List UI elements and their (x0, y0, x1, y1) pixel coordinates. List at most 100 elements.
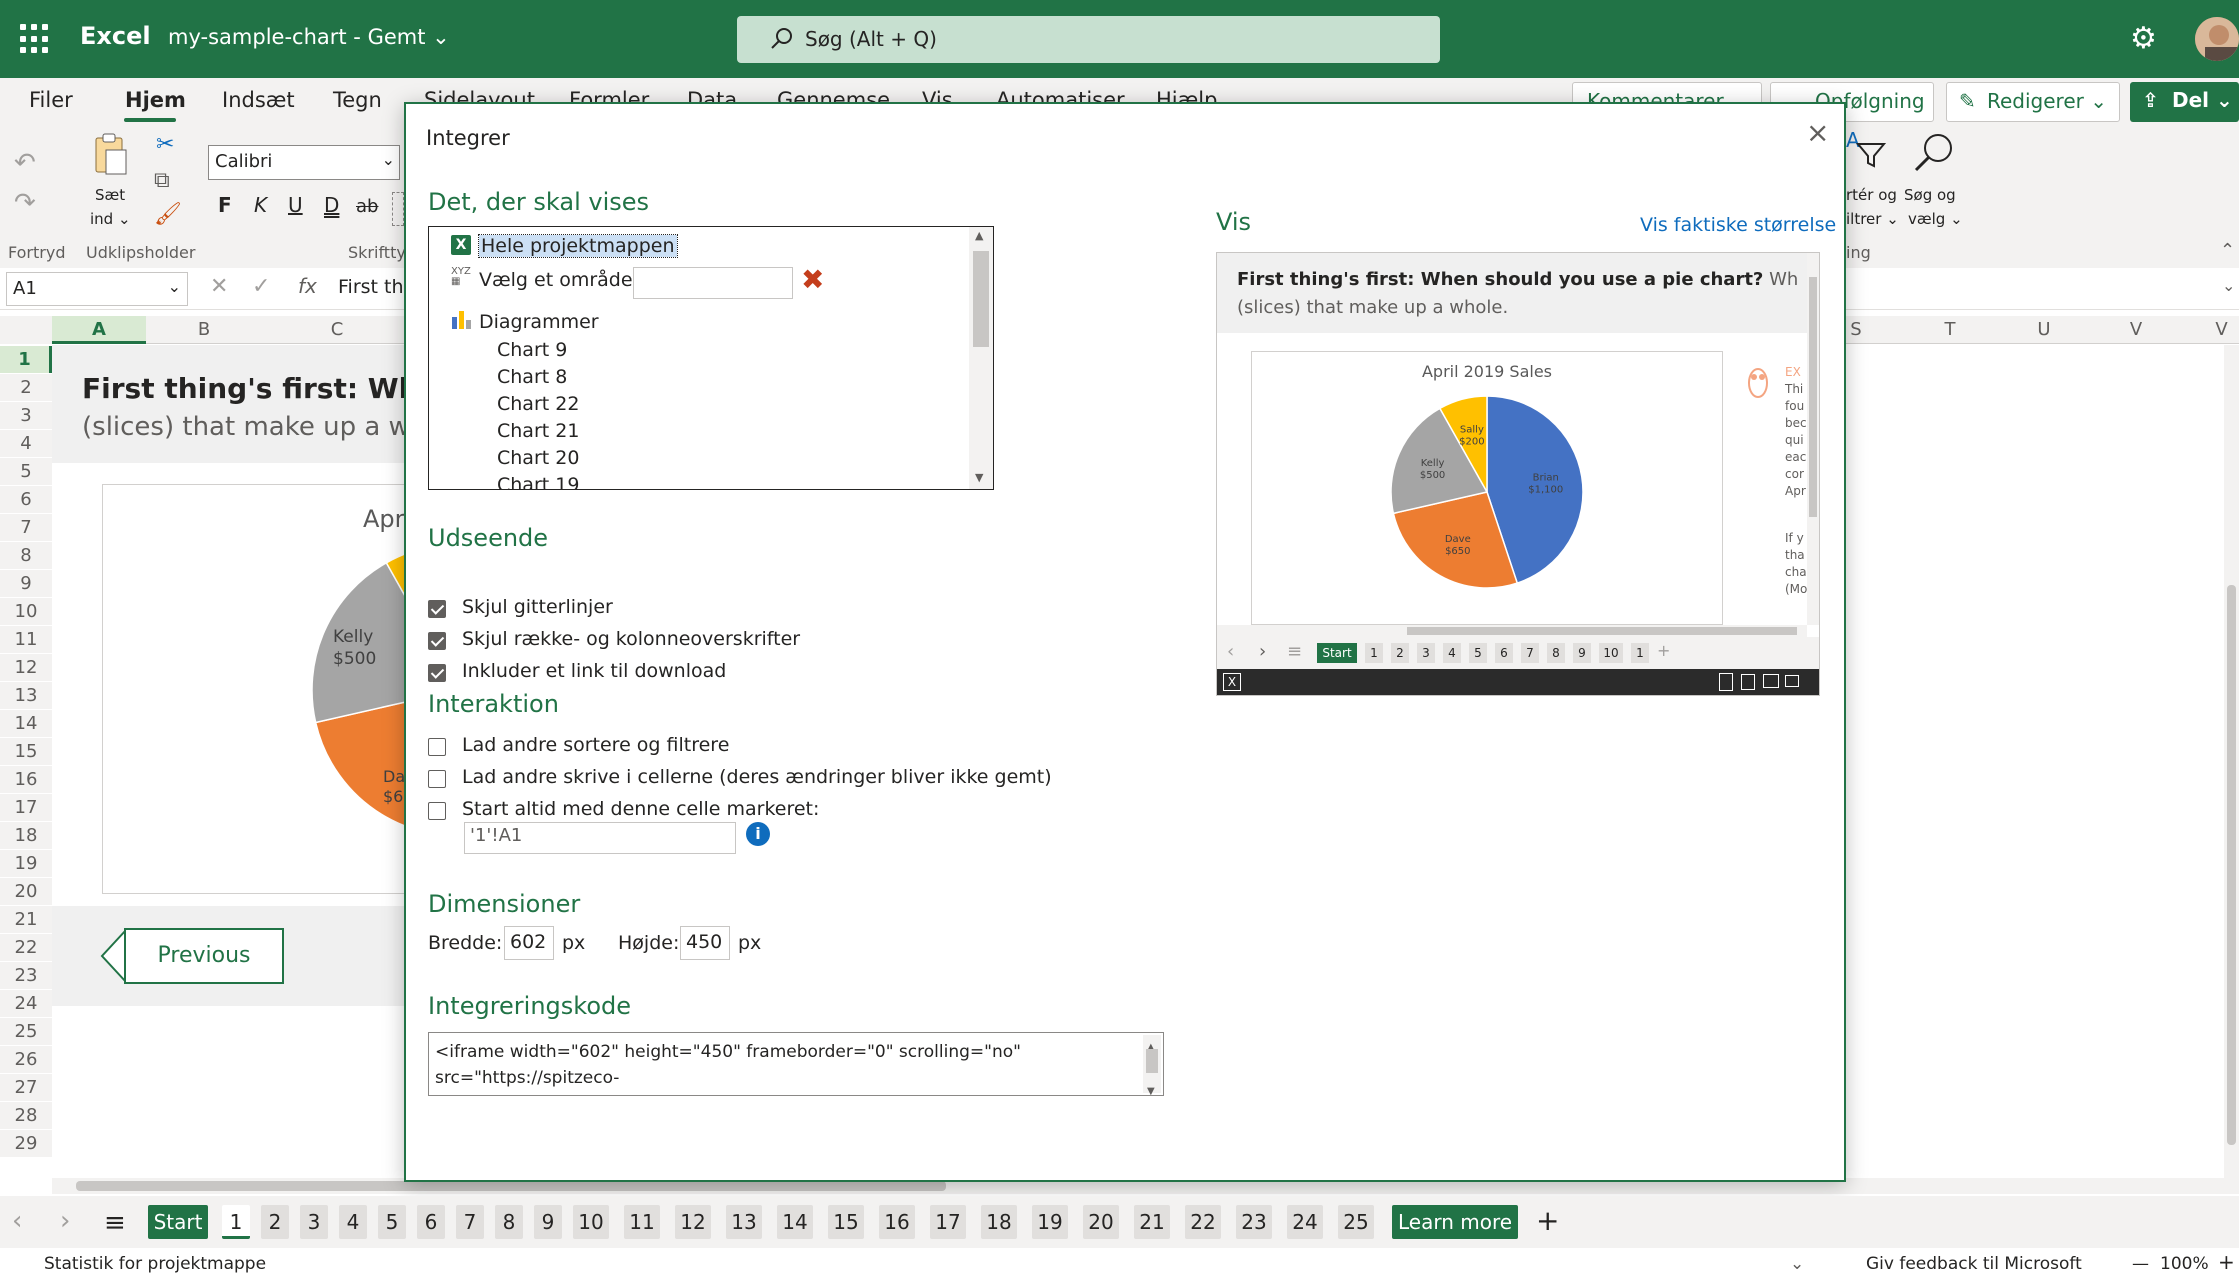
tab-home[interactable]: Hjem (125, 88, 186, 112)
start-cell-input[interactable]: '1'!A1 (464, 822, 736, 854)
interaction-checkbox[interactable] (428, 738, 446, 756)
preview-sheet-tab[interactable]: 8 (1547, 643, 1565, 663)
sheet-tab[interactable]: 2 (261, 1205, 289, 1239)
preview-sheet-tab[interactable]: 9 (1573, 643, 1591, 663)
bold-button[interactable]: F (218, 193, 232, 217)
sheet-tab-start[interactable]: Start (148, 1205, 208, 1239)
tree-item-chart[interactable]: Chart 20 (497, 447, 579, 469)
sheet-tab[interactable]: 24 (1287, 1205, 1323, 1239)
sheet-tab[interactable]: 8 (495, 1205, 523, 1239)
preview-sheet-tab[interactable]: 5 (1469, 643, 1487, 663)
add-sheet-icon[interactable]: + (1536, 1204, 1559, 1237)
font-name-dropdown[interactable]: Calibri ⌄ (208, 145, 400, 180)
edit-mode-button[interactable]: ✎ Redigerer ⌄ (1946, 82, 2120, 122)
tab-draw[interactable]: Tegn (333, 88, 382, 112)
column-header-s[interactable]: S (1846, 316, 1866, 344)
cancel-entry-icon[interactable]: ✕ (210, 274, 228, 299)
redo-icon[interactable]: ↷ (14, 188, 36, 218)
sheet-tab[interactable]: 19 (1032, 1205, 1068, 1239)
underline-button[interactable]: U (288, 193, 303, 217)
sheet-chart[interactable]: Apr Kelly $500 Dav $65 (102, 484, 412, 894)
row-header[interactable]: 5 (0, 458, 52, 485)
range-input[interactable] (633, 267, 793, 299)
sheet-tab[interactable]: 7 (456, 1205, 484, 1239)
strikethrough-button[interactable]: ab (356, 196, 378, 217)
code-scroll-thumb[interactable] (1146, 1049, 1158, 1073)
row-header[interactable]: 17 (0, 794, 52, 821)
row-header[interactable]: 4 (0, 430, 52, 457)
close-icon[interactable]: × (1806, 116, 1829, 149)
preview-sheet-tab[interactable]: 4 (1443, 643, 1461, 663)
sheet-tab[interactable]: 13 (726, 1205, 762, 1239)
sheet-tab[interactable]: 18 (981, 1205, 1017, 1239)
tree-scroll-thumb[interactable] (973, 251, 989, 347)
row-header[interactable]: 13 (0, 682, 52, 709)
column-header-a[interactable]: A (52, 316, 146, 344)
workbook-statistics[interactable]: Statistik for projektmappe (44, 1254, 266, 1274)
tree-item-chart[interactable]: Chart 21 (497, 420, 579, 442)
formula-input[interactable]: First th (338, 276, 404, 298)
row-header[interactable]: 21 (0, 906, 52, 933)
row-header[interactable]: 14 (0, 710, 52, 737)
sheet-tab[interactable]: 16 (879, 1205, 915, 1239)
learn-more-tab[interactable]: Learn more (1392, 1205, 1518, 1239)
tree-item-chart[interactable]: Chart 9 (497, 339, 567, 361)
row-header[interactable]: 23 (0, 962, 52, 989)
row-header[interactable]: 28 (0, 1102, 52, 1129)
chevron-left-icon[interactable]: ‹ (1227, 641, 1234, 662)
preview-sheet-tab[interactable]: 3 (1417, 643, 1435, 663)
sheet-tab[interactable]: 25 (1338, 1205, 1374, 1239)
feedback-link[interactable]: Giv feedback til Microsoft (1866, 1254, 2082, 1274)
tree-item-chart[interactable]: Chart 19 (497, 474, 579, 489)
sort-filter-label-2[interactable]: iltrer ⌄ (1846, 210, 1899, 228)
row-header[interactable]: 9 (0, 570, 52, 597)
clear-range-icon[interactable]: ✖ (801, 263, 824, 296)
paste-label-2[interactable]: ind ⌄ (90, 210, 131, 228)
row-header[interactable]: 8 (0, 542, 52, 569)
sheet-tab[interactable]: 23 (1236, 1205, 1272, 1239)
tree-item-chart[interactable]: Chart 22 (497, 393, 579, 415)
scroll-down-icon[interactable]: ▼ (1147, 1079, 1155, 1095)
undo-icon[interactable]: ↶ (14, 148, 36, 178)
tree-item-chart[interactable]: Chart 8 (497, 366, 567, 388)
all-sheets-menu-icon[interactable]: ≡ (104, 1208, 126, 1238)
preview-vscroll-thumb[interactable] (1809, 277, 1817, 517)
sheet-tab[interactable]: 17 (930, 1205, 966, 1239)
italic-button[interactable]: K (254, 193, 267, 217)
sheet-tab[interactable]: 14 (777, 1205, 813, 1239)
paste-icon[interactable] (92, 132, 128, 176)
preview-hscrollbar[interactable] (1217, 625, 1807, 637)
table-icon[interactable] (1763, 674, 1779, 688)
preview-sheet-tab[interactable]: 10 (1599, 643, 1623, 663)
find-select-icon[interactable] (1912, 132, 1954, 174)
cut-icon[interactable]: ✂ (156, 132, 174, 157)
row-header[interactable]: 6 (0, 486, 52, 513)
add-sheet-icon[interactable]: + (1657, 641, 1670, 660)
appearance-checkbox[interactable] (428, 664, 446, 682)
preview-sheet-tab[interactable]: 1 (1365, 643, 1383, 663)
column-header-v[interactable]: V (2116, 316, 2156, 344)
double-underline-button[interactable]: D (324, 193, 339, 217)
sheet-tab[interactable]: 10 (573, 1205, 609, 1239)
find-select-label[interactable]: Søg og (1904, 186, 1956, 204)
sheet-tab[interactable]: 6 (417, 1205, 445, 1239)
confirm-entry-icon[interactable]: ✓ (252, 274, 270, 299)
appearance-checkbox[interactable] (428, 600, 446, 618)
vertical-scrollbar[interactable] (2224, 345, 2239, 1180)
sheet-tab[interactable]: 22 (1185, 1205, 1221, 1239)
vertical-scroll-thumb[interactable] (2227, 585, 2236, 1145)
column-header-b[interactable]: B (146, 316, 262, 344)
width-input[interactable]: 602 (504, 926, 554, 960)
scroll-up-icon[interactable]: ▲ (975, 229, 983, 242)
share-button[interactable]: ⇪ Del ⌄ (2130, 82, 2239, 122)
find-select-label-2[interactable]: vælg ⌄ (1908, 210, 1963, 228)
preview-sheet-tab[interactable]: Start (1317, 643, 1357, 663)
column-header-c[interactable]: C (262, 316, 412, 344)
paste-label[interactable]: Sæt (95, 186, 125, 204)
row-header[interactable]: 10 (0, 598, 52, 625)
zoom-level[interactable]: 100% (2160, 1254, 2209, 1274)
row-header[interactable]: 26 (0, 1046, 52, 1073)
tree-item-charts[interactable]: Diagrammer (479, 311, 599, 333)
border-icon[interactable] (392, 192, 404, 226)
actual-size-link[interactable]: Vis faktiske størrelse (1640, 214, 1836, 236)
